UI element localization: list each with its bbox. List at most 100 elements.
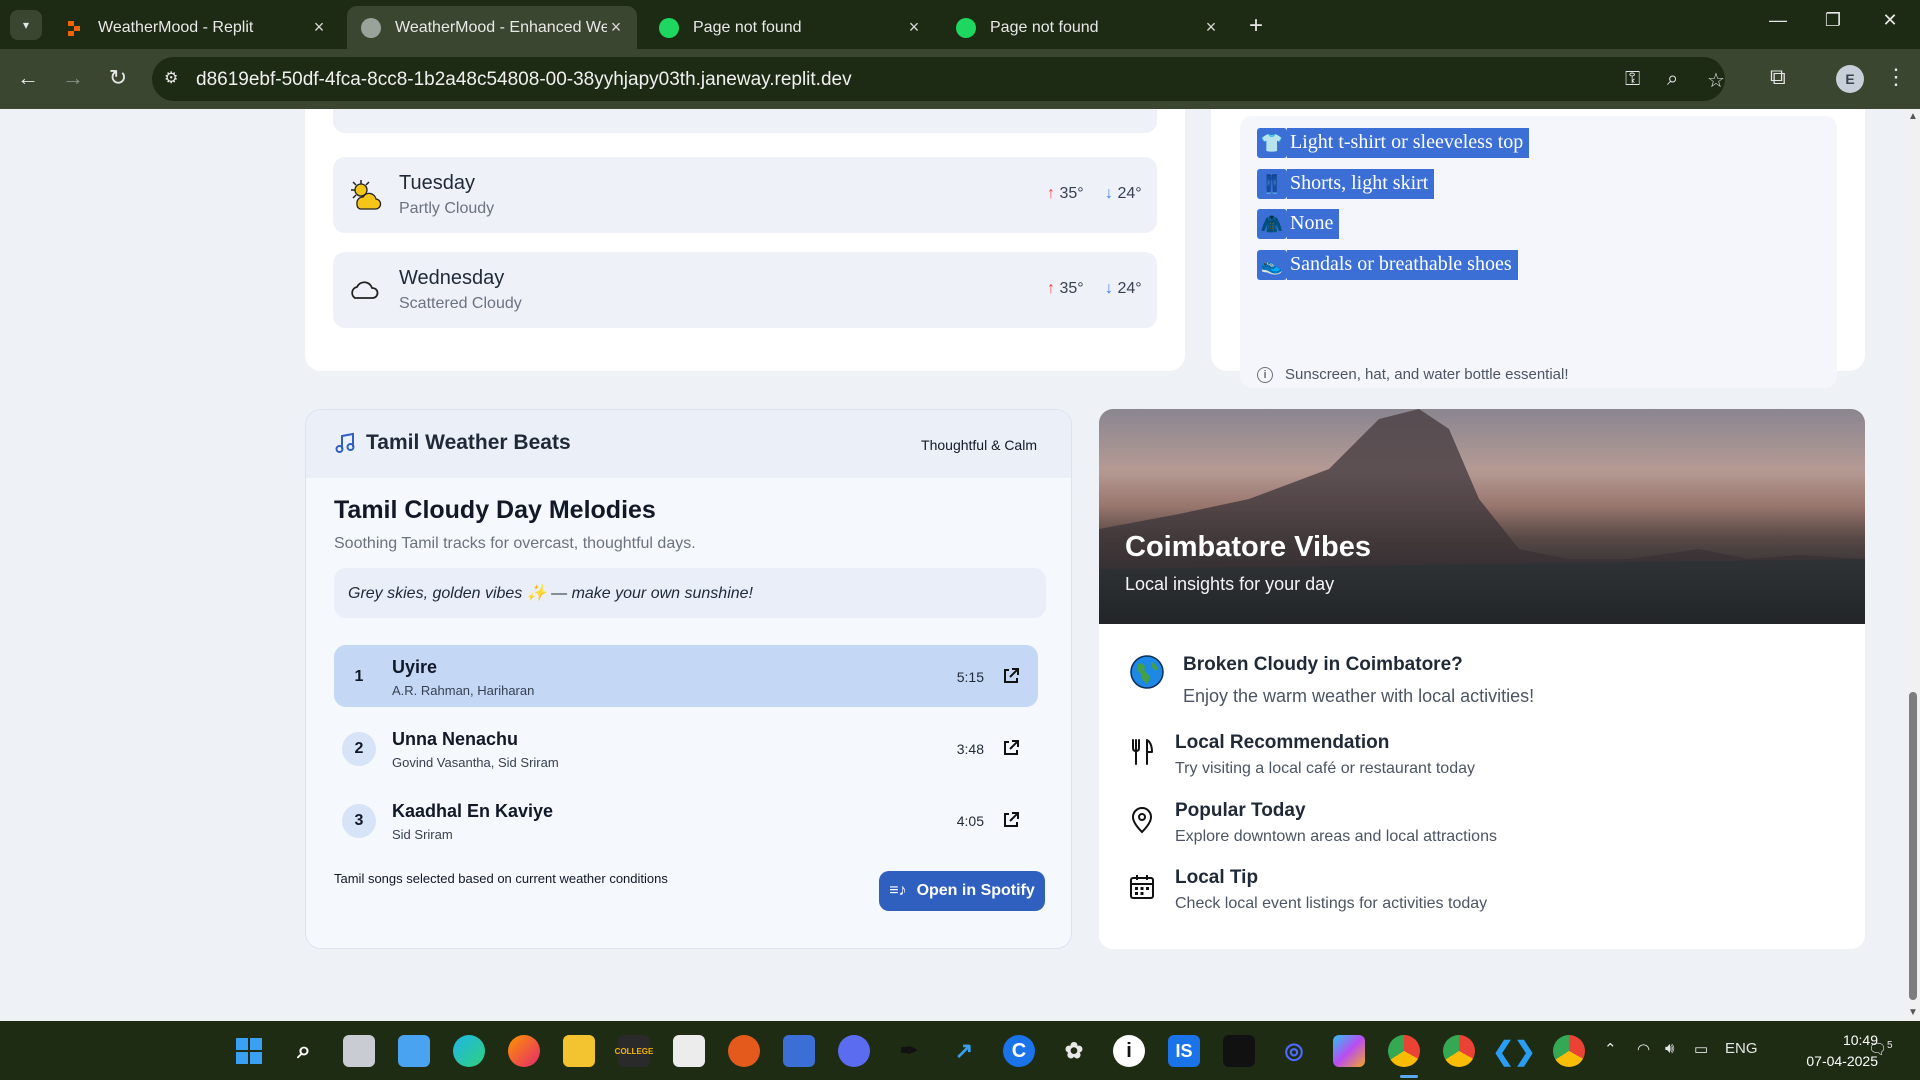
c-app-icon[interactable]: C [1003,1035,1035,1067]
close-icon[interactable]: × [310,17,328,38]
day-name: Wednesday [399,267,505,289]
minimize-button[interactable]: — [1758,10,1798,31]
tab-title: WeatherMood - Replit [98,18,254,36]
arrow-down-icon: ↓ [1105,280,1118,297]
feature-text: Enjoy the warm weather with local activi… [1183,686,1535,706]
scroll-up-arrow-icon[interactable]: ▲ [1908,111,1918,122]
extensions-icon[interactable]: ⧉ [1770,64,1786,90]
scrollbar-thumb[interactable] [1909,692,1917,1000]
chrome-profile-e-icon[interactable] [1388,1035,1420,1067]
track-row[interactable]: 1 Uyire A.R. Rahman, Hariharan 5:15 [334,645,1038,707]
scroll-down-arrow-icon[interactable]: ▼ [1908,1007,1918,1018]
chrome-profile-d-icon[interactable] [1443,1035,1475,1067]
jeans-icon: 👖 [1257,169,1287,199]
tab-page-not-found-2[interactable]: Page not found × [942,6,1232,49]
track-duration: 4:05 [956,813,984,829]
new-tab-button[interactable]: + [1243,12,1269,40]
shoe-icon: 👟 [1257,250,1287,280]
show-hidden-icons-chevron-icon[interactable]: ⌃ [1604,1040,1617,1058]
partly-cloudy-icon [347,177,383,213]
playlist-title: Tamil Cloudy Day Melodies [334,496,656,524]
language-indicator[interactable]: ENG [1725,1040,1758,1057]
arrow-app-icon[interactable]: ↗ [948,1035,980,1067]
tab-search-button[interactable]: ▾ [10,10,42,40]
notification-icon[interactable]: 🗨︎5 [1868,1040,1893,1058]
site-info-icon[interactable]: ⚙ [164,68,178,88]
copilot-icon[interactable] [1333,1035,1365,1067]
is-app-icon[interactable]: IS [1168,1035,1200,1067]
open-in-spotify-button[interactable]: ≡♪ Open in Spotify [879,871,1045,911]
track-number: 2 [342,732,376,766]
external-link-icon[interactable] [998,807,1024,833]
track-row[interactable]: 2 Unna Nenachu Govind Vasantha, Sid Srir… [334,717,1038,779]
chatgpt-icon[interactable]: ✿ [1058,1035,1090,1067]
microsoft-store-icon[interactable] [673,1035,705,1067]
task-view-icon[interactable] [343,1035,375,1067]
hero-title: Coimbatore Vibes [1125,531,1372,563]
password-key-icon[interactable]: ⚿ [1625,68,1640,91]
back-button[interactable]: ← [13,65,43,91]
windows-start-icon[interactable] [233,1035,265,1067]
wifi-icon[interactable]: ◠ [1637,1040,1650,1058]
outfit-note: i Sunscreen, hat, and water bottle essen… [1257,366,1569,383]
hero-subtitle: Local insights for your day [1125,574,1335,594]
meta-ai-icon[interactable]: ◎ [1278,1035,1310,1067]
close-window-button[interactable]: ✕ [1870,10,1910,31]
page-viewport: Tuesday Partly Cloudy ↑ 35° ↓ 24° Wednes… [0,109,1906,1021]
external-link-icon[interactable] [998,735,1024,761]
omnibox[interactable]: ⚙ d8619ebf-50df-4fca-8cc8-1b2a48c54808-0… [152,57,1725,101]
forecast-row-partial [333,109,1157,133]
menu-icon[interactable]: ⋮ [1885,64,1907,90]
forecast-row-wednesday: Wednesday Scattered Cloudy ↑ 35° ↓ 24° [333,252,1157,328]
outfit-item-outerwear: 🧥 None [1257,209,1340,239]
profile-avatar[interactable]: E [1836,65,1864,93]
reload-button[interactable]: ↻ [103,65,133,91]
tab-weathermood-enhanced[interactable]: WeatherMood - Enhanced Wea × [347,6,637,49]
zoom-icon[interactable]: ⌕ [1667,68,1678,91]
battery-icon[interactable]: ▭ [1694,1040,1708,1058]
restore-button[interactable]: ❐ [1813,10,1853,31]
firefox-icon[interactable] [508,1035,540,1067]
track-duration: 5:15 [956,669,984,685]
close-icon[interactable]: × [905,17,923,38]
tab-title: Page not found [990,18,1099,36]
playlist-icon: ≡♪ [889,882,907,899]
widgets-icon[interactable] [398,1035,430,1067]
bookmark-star-icon[interactable]: ☆ [1707,68,1725,93]
address-bar: ← → ↻ ⚙ d8619ebf-50df-4fca-8cc8-1b2a48c5… [0,49,1920,109]
music-card: Tamil Weather Beats Thoughtful & Calm Ta… [305,409,1072,949]
page-scrollbar[interactable]: ▲ ▼ [1906,109,1920,1021]
college-app-icon[interactable]: COLLEGE [615,1035,653,1067]
taskbar-clock[interactable]: 10:49 07-04-2025 [1792,1030,1878,1072]
outfit-item-text: Shorts, light skirt [1287,169,1435,199]
vscode-icon[interactable]: ❮❯ [1492,1035,1536,1067]
tab-page-not-found-1[interactable]: Page not found × [645,6,935,49]
tab-title: WeatherMood - Enhanced Wea [395,18,607,36]
capcut-icon[interactable] [1223,1035,1255,1067]
forward-button[interactable]: → [58,65,88,91]
chevron-down-icon: ▾ [22,18,30,32]
outfit-item-top: 👕 Light t-shirt or sleeveless top [1257,128,1530,158]
high-temp: ↑ 35° [1047,280,1084,298]
outfit-suggestions: 👕 Light t-shirt or sleeveless top 👖 Shor… [1240,116,1837,388]
external-link-icon[interactable] [998,663,1024,689]
close-icon[interactable]: × [607,17,625,38]
pen-app-icon[interactable]: ✒ [893,1035,925,1067]
info-app-icon[interactable]: i [1113,1035,1145,1067]
close-icon[interactable]: × [1202,17,1220,38]
spotify-icon [659,17,679,38]
track-row[interactable]: 3 Kaadhal En Kaviye Sid Sriram 4:05 [334,789,1038,851]
chrome-icon[interactable] [1553,1035,1585,1067]
track-name: Unna Nenachu [392,729,519,749]
outfit-item-shoes: 👟 Sandals or breathable shoes [1257,250,1518,280]
playlist-subtitle: Soothing Tamil tracks for overcast, thou… [334,535,696,552]
volume-icon[interactable]: 🔊︎ [1665,1040,1674,1057]
search-icon[interactable]: ⌕ [288,1035,320,1067]
url-text[interactable]: d8619ebf-50df-4fca-8cc8-1b2a48c54808-00-… [196,69,852,91]
edge-icon[interactable] [453,1035,485,1067]
app-icon-ring[interactable] [728,1035,760,1067]
messenger-icon[interactable] [838,1035,870,1067]
cloud-app-icon[interactable] [783,1035,815,1067]
tab-weathermood-replit[interactable]: WeatherMood - Replit × [50,6,340,49]
file-explorer-icon[interactable] [563,1035,595,1067]
